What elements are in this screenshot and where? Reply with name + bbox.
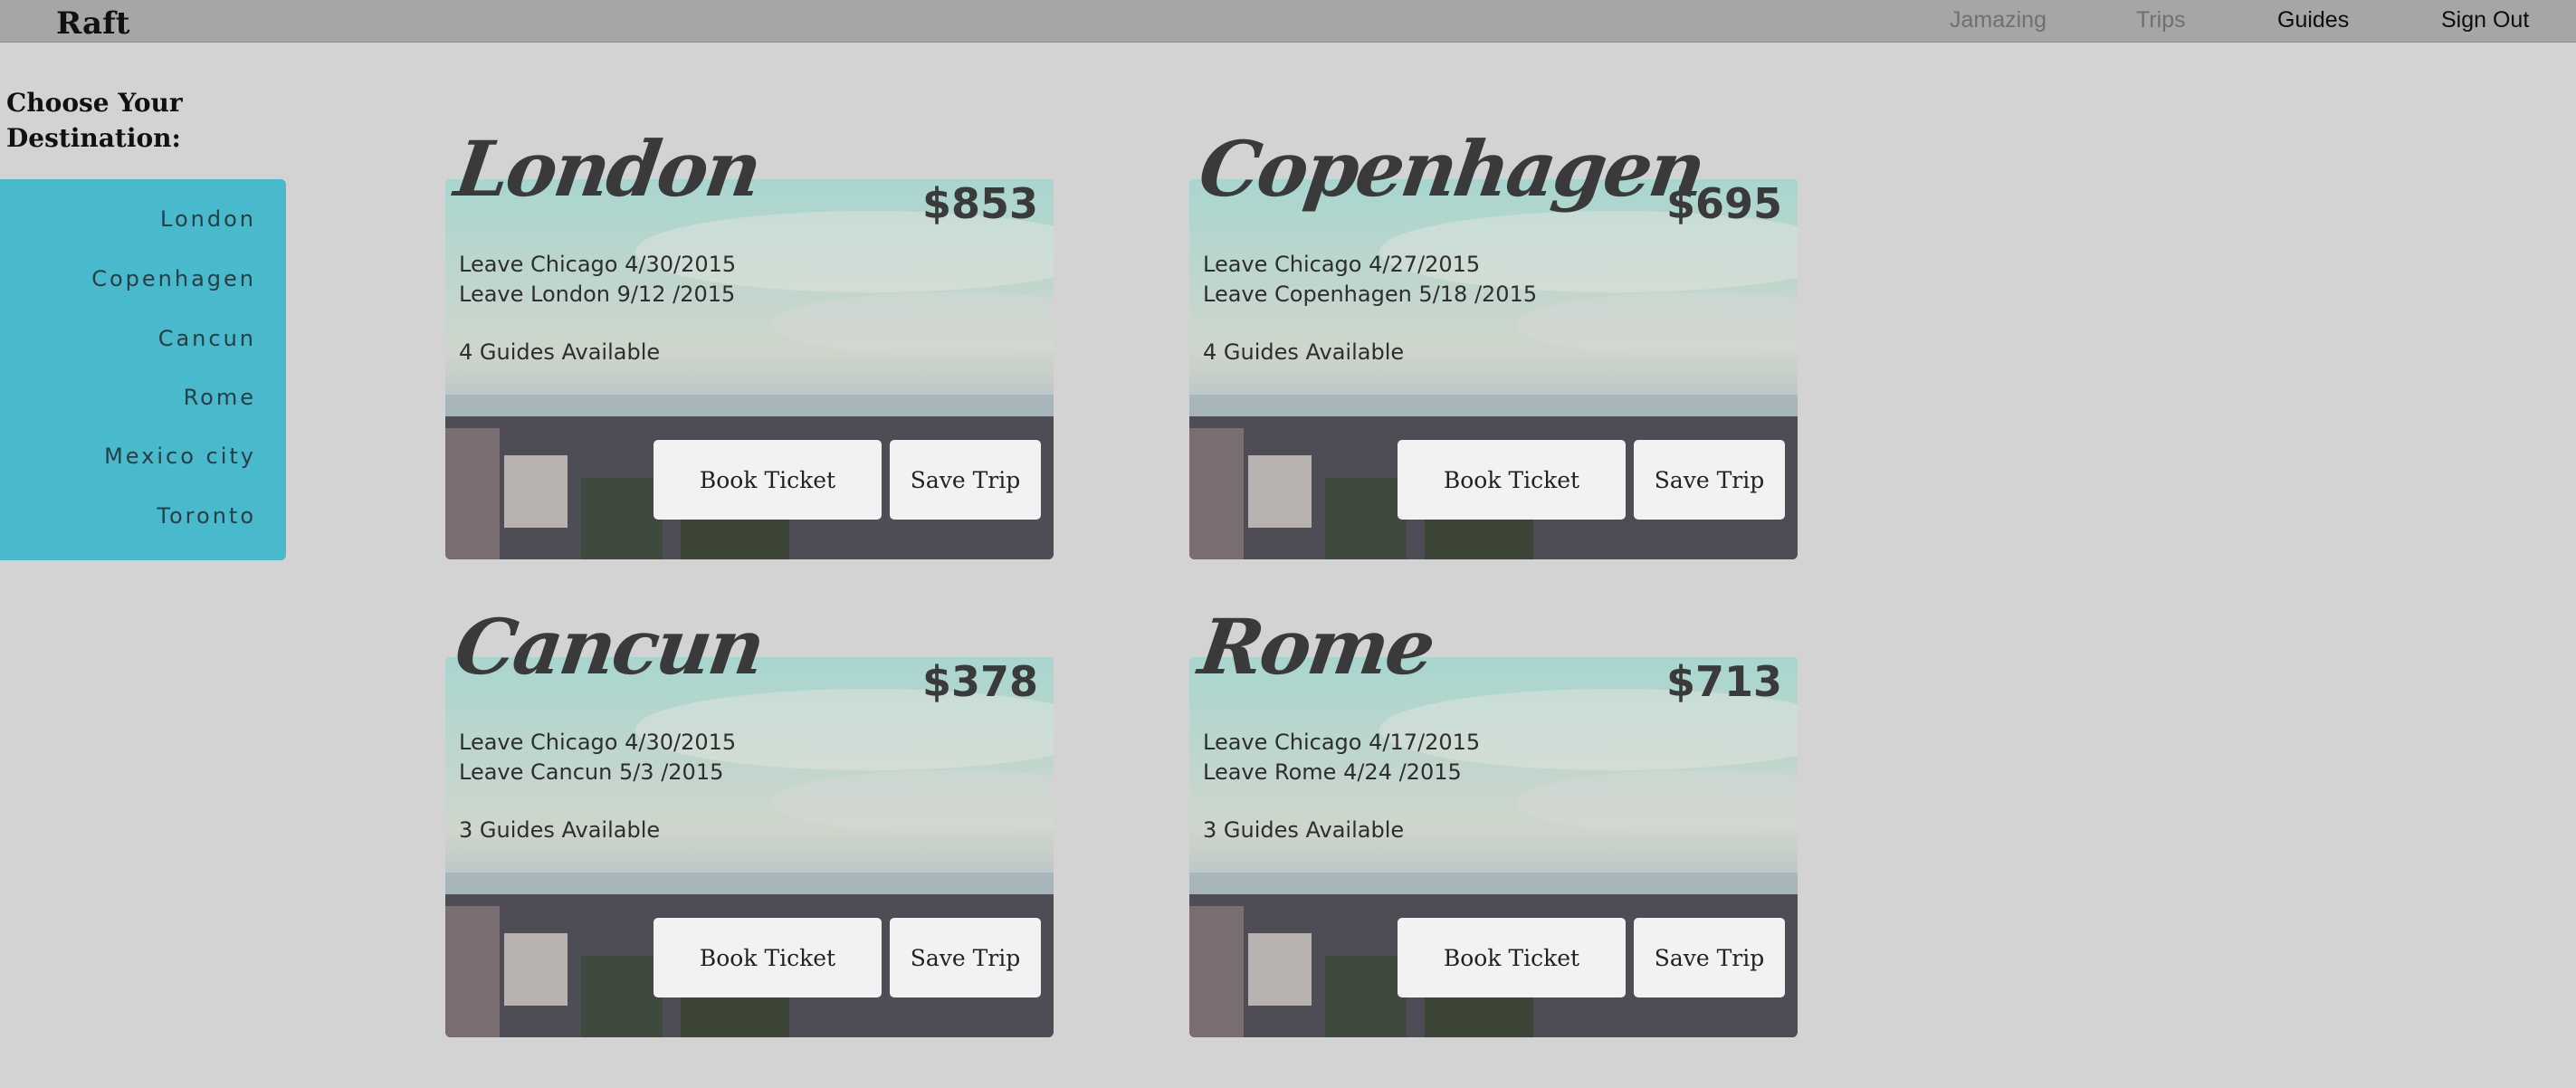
trip-price: $853 (921, 179, 1038, 228)
book-ticket-button[interactable]: Book Ticket (1398, 918, 1626, 997)
guides-available: 3 Guides Available (1203, 817, 1405, 843)
sidebar-item-mexico-city[interactable]: Mexico city (104, 444, 256, 469)
trip-card-copenhagen: Copenhagen $695 Leave Chicago 4/27/2015 … (1189, 124, 1798, 647)
sidebar-title: Choose Your Destination: (6, 88, 183, 153)
brand-logo[interactable]: Raft (56, 5, 129, 42)
return-text: Leave Copenhagen 5/18 /2015 (1203, 282, 1538, 307)
card-image: $713 Leave Chicago 4/17/2015 Leave Rome … (1189, 657, 1798, 1037)
card-city-title: Cancun (450, 602, 768, 692)
sidebar-item-copenhagen[interactable]: Copenhagen (91, 266, 256, 291)
trip-card-rome: Rome $713 Leave Chicago 4/17/2015 Leave … (1189, 602, 1798, 1088)
destination-sidebar: London Copenhagen Cancun Rome Mexico cit… (0, 179, 286, 560)
depart-text: Leave Chicago 4/30/2015 (459, 252, 737, 277)
guides-available: 4 Guides Available (459, 339, 661, 365)
sidebar-item-london[interactable]: London (160, 206, 256, 232)
card-image: $378 Leave Chicago 4/30/2015 Leave Cancu… (445, 657, 1054, 1037)
sidebar-item-toronto[interactable]: Toronto (157, 503, 256, 529)
guides-available: 3 Guides Available (459, 817, 661, 843)
card-image: $695 Leave Chicago 4/27/2015 Leave Copen… (1189, 179, 1798, 559)
top-bar: Raft Jamazing Trips Guides Sign Out (0, 0, 2576, 43)
book-ticket-button[interactable]: Book Ticket (1398, 440, 1626, 520)
trip-price: $713 (1665, 657, 1782, 706)
sidebar-item-cancun[interactable]: Cancun (158, 326, 256, 351)
return-text: Leave Cancun 5/3 /2015 (459, 759, 724, 785)
depart-text: Leave Chicago 4/17/2015 (1203, 730, 1481, 755)
save-trip-button[interactable]: Save Trip (890, 440, 1041, 520)
trip-price: $378 (921, 657, 1038, 706)
nav-sign-out[interactable]: Sign Out (2441, 7, 2529, 33)
nav-trips[interactable]: Trips (2136, 7, 2186, 33)
nav-guides[interactable]: Guides (2277, 7, 2349, 33)
card-city-title: Copenhagen (1194, 124, 1709, 214)
return-text: Leave Rome 4/24 /2015 (1203, 759, 1462, 785)
nav-jamazing[interactable]: Jamazing (1950, 7, 2046, 33)
book-ticket-button[interactable]: Book Ticket (654, 440, 882, 520)
card-city-title: Rome (1194, 602, 1439, 692)
guides-available: 4 Guides Available (1203, 339, 1405, 365)
depart-text: Leave Chicago 4/30/2015 (459, 730, 737, 755)
card-city-title: London (450, 124, 765, 214)
card-image: $853 Leave Chicago 4/30/2015 Leave Londo… (445, 179, 1054, 559)
trip-card-london: London $853 Leave Chicago 4/30/2015 Leav… (445, 124, 1054, 647)
return-text: Leave London 9/12 /2015 (459, 282, 736, 307)
trip-card-cancun: Cancun $378 Leave Chicago 4/30/2015 Leav… (445, 602, 1054, 1088)
save-trip-button[interactable]: Save Trip (1634, 918, 1785, 997)
save-trip-button[interactable]: Save Trip (1634, 440, 1785, 520)
depart-text: Leave Chicago 4/27/2015 (1203, 252, 1481, 277)
sidebar-item-rome[interactable]: Rome (184, 385, 256, 410)
book-ticket-button[interactable]: Book Ticket (654, 918, 882, 997)
save-trip-button[interactable]: Save Trip (890, 918, 1041, 997)
